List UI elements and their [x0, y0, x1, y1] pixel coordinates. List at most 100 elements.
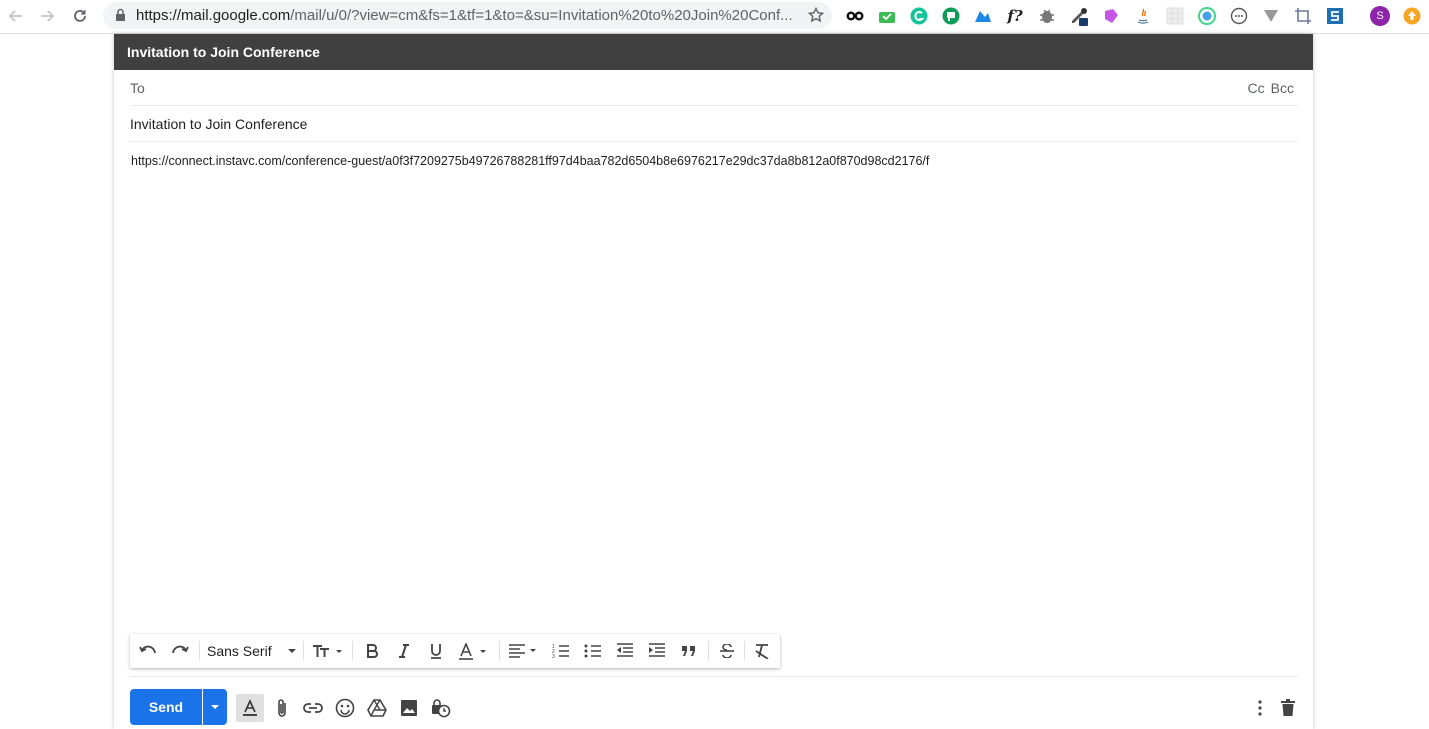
text-size-icon	[313, 645, 342, 657]
lock-clock-icon	[432, 699, 451, 718]
paperclip-icon	[278, 699, 286, 717]
underline-button[interactable]	[426, 641, 446, 661]
more-options-button[interactable]	[1248, 696, 1272, 720]
underline-icon	[431, 643, 441, 659]
extension-crop-icon[interactable]	[1293, 6, 1313, 26]
compose-header: Invitation to Join Conference	[114, 34, 1313, 70]
compose-window: Invitation to Join Conference To Cc Bcc I…	[114, 34, 1313, 729]
url-text: https://mail.google.com/mail/u/0/?view=c…	[136, 7, 800, 24]
address-bar[interactable]: https://mail.google.com/mail/u/0/?view=c…	[103, 2, 832, 29]
message-body[interactable]: https://connect.instavc.com/conference-g…	[131, 154, 929, 168]
extension-vee-icon[interactable]	[1261, 6, 1281, 26]
insert-photo-button[interactable]	[397, 696, 421, 720]
profile-avatar[interactable]: S	[1370, 6, 1390, 26]
font-family-label: Sans Serif	[207, 643, 272, 659]
bold-icon	[367, 644, 378, 658]
toolbar-divider	[744, 641, 745, 661]
bcc-link[interactable]: Bcc	[1271, 80, 1294, 96]
reload-icon	[74, 10, 86, 22]
extension-dots-circle-icon[interactable]	[1229, 6, 1249, 26]
to-field[interactable]: To Cc Bcc	[130, 70, 1298, 106]
insert-link-button[interactable]	[301, 696, 325, 720]
clear-format-icon	[755, 644, 769, 659]
extension-java-icon[interactable]	[1133, 6, 1153, 26]
to-label: To	[130, 80, 145, 96]
attach-files-button[interactable]	[270, 696, 294, 720]
extension-bug-icon[interactable]	[1037, 6, 1057, 26]
strikethrough-button[interactable]	[717, 641, 737, 661]
more-vertical-icon	[1258, 700, 1262, 716]
browser-toolbar: https://mail.google.com/mail/u/0/?view=c…	[0, 0, 1429, 34]
subject-text: Invitation to Join Conference	[130, 116, 308, 132]
cc-link[interactable]: Cc	[1248, 80, 1265, 96]
reload-button[interactable]	[70, 6, 90, 26]
discard-draft-button[interactable]	[1276, 696, 1300, 720]
extension-green-circle-icon[interactable]	[941, 6, 961, 26]
toolbar-divider	[303, 641, 304, 661]
toolbar-divider	[708, 641, 709, 661]
align-left-icon	[509, 644, 536, 658]
redo-icon[interactable]	[170, 641, 190, 661]
trash-icon	[1281, 699, 1295, 716]
svg-text:3: 3	[552, 654, 555, 659]
indent-less-icon	[617, 643, 633, 657]
toolbar-divider	[199, 641, 200, 661]
formatting-options-button[interactable]	[236, 694, 264, 722]
font-size-dropdown[interactable]	[312, 641, 346, 661]
strikethrough-icon	[720, 644, 734, 658]
quote-button[interactable]	[679, 641, 699, 661]
extension-grid-icon[interactable]	[1165, 6, 1185, 26]
extension-inbox-check-icon[interactable]	[877, 6, 897, 26]
compose-title: Invitation to Join Conference	[127, 44, 320, 60]
send-options-button[interactable]	[203, 689, 227, 725]
numbered-list-button[interactable]: 123	[551, 641, 571, 661]
bookmark-star-icon[interactable]	[808, 7, 824, 23]
toolbar-divider	[499, 641, 500, 661]
bulleted-list-button[interactable]	[583, 641, 603, 661]
toolbar-divider	[352, 641, 353, 661]
subject-field[interactable]: Invitation to Join Conference	[130, 106, 1298, 142]
indent-more-button[interactable]	[647, 641, 667, 661]
back-arrow-icon	[8, 10, 22, 22]
forward-arrow-icon	[41, 10, 55, 22]
extension-s-box-icon[interactable]	[1325, 6, 1345, 26]
numbered-list-icon: 123	[552, 644, 569, 659]
extension-purple-blob-icon[interactable]	[1101, 6, 1121, 26]
extension-target-icon[interactable]	[1197, 6, 1217, 26]
extension-orange-icon[interactable]	[1402, 6, 1422, 26]
extension-eyes-icon[interactable]	[845, 6, 865, 26]
lock-icon	[115, 8, 126, 22]
align-dropdown[interactable]	[508, 641, 542, 661]
font-family-dropdown[interactable]: Sans Serif	[207, 641, 297, 661]
divider	[130, 676, 1298, 677]
extension-fquestion-icon[interactable]: f?	[1005, 6, 1025, 26]
profile-initial: S	[1370, 6, 1390, 26]
forward-button[interactable]	[37, 6, 57, 26]
insert-drive-button[interactable]	[365, 696, 389, 720]
send-button[interactable]: Send	[130, 689, 202, 725]
quote-icon	[682, 646, 695, 656]
photo-icon	[401, 700, 417, 716]
undo-icon[interactable]	[138, 641, 158, 661]
text-color-icon	[459, 642, 486, 660]
extension-dropper-icon[interactable]	[1069, 6, 1089, 26]
dropdown-caret-icon	[288, 649, 296, 653]
link-icon	[303, 703, 323, 713]
emoji-icon	[335, 698, 355, 718]
url-path: /mail/u/0/?view=cm&fs=1&tf=1&to=&su=Invi…	[290, 7, 793, 24]
bold-button[interactable]	[362, 641, 382, 661]
italic-button[interactable]	[394, 641, 414, 661]
extension-blue-shape-icon[interactable]	[973, 6, 993, 26]
url-host: https://mail.google.com	[136, 7, 291, 24]
indent-more-icon	[649, 643, 665, 657]
insert-emoji-button[interactable]	[333, 696, 357, 720]
text-format-icon	[243, 699, 257, 716]
text-color-dropdown[interactable]	[458, 641, 492, 661]
formatting-toolbar: Sans Serif 123	[130, 634, 780, 668]
indent-less-button[interactable]	[615, 641, 635, 661]
back-button[interactable]	[6, 6, 26, 26]
extension-grammarly-icon[interactable]	[909, 6, 929, 26]
dropdown-caret-icon	[211, 705, 219, 709]
remove-formatting-button[interactable]	[752, 641, 772, 661]
confidential-mode-button[interactable]	[429, 696, 453, 720]
